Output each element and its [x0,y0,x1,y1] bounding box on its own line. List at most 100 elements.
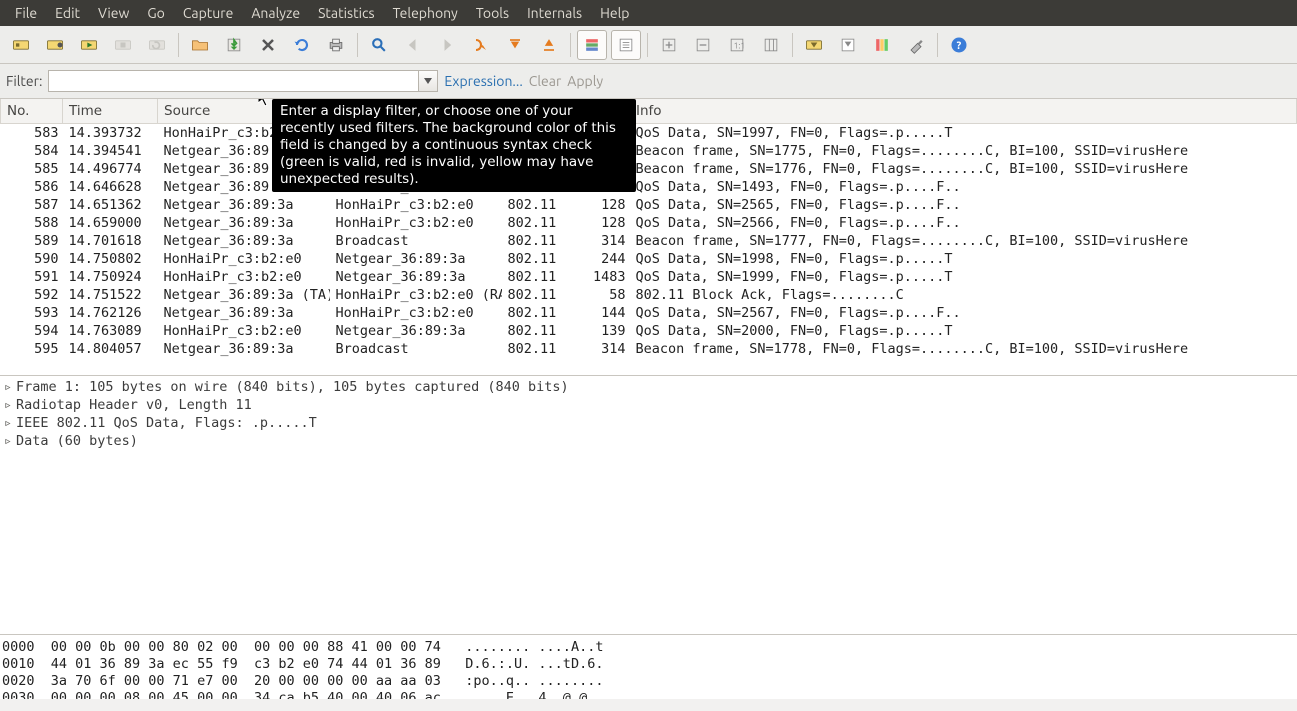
cell-info: QoS Data, SN=1999, FN=0, Flags=.p.....T [630,268,1297,286]
print-button[interactable] [321,30,351,60]
detail-row[interactable]: ▹Frame 1: 105 bytes on wire (840 bits), … [0,378,1297,396]
cell-no: 593 [1,304,63,322]
cell-time: 14.651362 [63,196,158,214]
filter-expression-button[interactable]: Expression... [444,73,522,89]
packet-row[interactable]: 58314.393732HonHaiPr_c3:b2:e0Netgear_36:… [1,124,1297,143]
open-file-button[interactable] [185,30,215,60]
packet-list-pane: No. Time Source Destination Protocol Len… [0,99,1297,376]
packet-row[interactable]: 59514.804057Netgear_36:89:3aBroadcast802… [1,340,1297,358]
expand-icon[interactable]: ▹ [2,433,14,449]
cell-time: 14.393732 [63,124,158,143]
reload-button[interactable] [287,30,317,60]
go-forward-button[interactable] [432,30,462,60]
packet-row[interactable]: 58914.701618Netgear_36:89:3aBroadcast802… [1,232,1297,250]
cell-info: Beacon frame, SN=1777, FN=0, Flags=.....… [630,232,1297,250]
cell-no: 589 [1,232,63,250]
menu-go[interactable]: Go [138,0,173,26]
packet-details-pane[interactable]: ▹Frame 1: 105 bytes on wire (840 bits), … [0,376,1297,635]
cell-protocol: 802.11 [502,232,572,250]
detail-row[interactable]: ▹Data (60 bytes) [0,432,1297,450]
display-filters-button[interactable] [833,30,863,60]
cell-time: 14.750924 [63,268,158,286]
cell-no: 586 [1,178,63,196]
colorize-button[interactable] [577,30,607,60]
resize-columns-button[interactable] [756,30,786,60]
col-header-no[interactable]: No. [1,99,63,124]
svg-text:1:1: 1:1 [734,40,745,50]
expand-icon[interactable]: ▹ [2,397,14,413]
packet-bytes-pane[interactable]: 0000 00 00 0b 00 00 80 02 00 00 00 00 88… [0,635,1297,699]
cell-destination: Broadcast [330,232,502,250]
packet-table-header[interactable]: No. Time Source Destination Protocol Len… [1,99,1297,124]
expand-icon[interactable]: ▹ [2,379,14,395]
go-last-button[interactable] [534,30,564,60]
cell-length: 314 [572,340,630,358]
packet-row[interactable]: 58514.496774Netgear_36:89:3aBroadcast802… [1,160,1297,178]
packet-row[interactable]: 58714.651362Netgear_36:89:3aHonHaiPr_c3:… [1,196,1297,214]
filter-tooltip: Enter a display filter, or choose one of… [272,99,636,192]
col-header-info[interactable]: Info [630,99,1297,124]
preferences-button[interactable] [901,30,931,60]
zoom-out-button[interactable] [688,30,718,60]
menu-tools[interactable]: Tools [467,0,518,26]
zoom-reset-button[interactable]: 1:1 [722,30,752,60]
filter-dropdown-button[interactable] [418,70,438,92]
packet-row[interactable]: 59414.763089HonHaiPr_c3:b2:e0Netgear_36:… [1,322,1297,340]
cell-protocol: 802.11 [502,268,572,286]
cell-info: 802.11 Block Ack, Flags=........C [630,286,1297,304]
toolbar-separator [570,33,571,57]
cell-length: 144 [572,304,630,322]
packet-row[interactable]: 59114.750924HonHaiPr_c3:b2:e0Netgear_36:… [1,268,1297,286]
cell-source: Netgear_36:89:3a (TA) [158,286,330,304]
toolbar-separator [937,33,938,57]
menu-file[interactable]: File [6,0,46,26]
find-packet-button[interactable] [364,30,394,60]
interfaces-button[interactable] [6,30,36,60]
toolbar-separator [647,33,648,57]
zoom-in-button[interactable] [654,30,684,60]
coloring-rules-button[interactable] [867,30,897,60]
go-to-packet-button[interactable] [466,30,496,60]
packet-row[interactable]: 58814.659000Netgear_36:89:3aHonHaiPr_c3:… [1,214,1297,232]
close-file-button[interactable] [253,30,283,60]
cell-no: 591 [1,268,63,286]
packet-row[interactable]: 58414.394541Netgear_36:89:3aBroadcast802… [1,142,1297,160]
menu-help[interactable]: Help [591,0,638,26]
cell-info: QoS Data, SN=1493, FN=0, Flags=.p....F.. [630,178,1297,196]
detail-row[interactable]: ▹Radiotap Header v0, Length 11 [0,396,1297,414]
menu-statistics[interactable]: Statistics [309,0,383,26]
cell-info: QoS Data, SN=2566, FN=0, Flags=.p....F.. [630,214,1297,232]
capture-filters-button[interactable] [799,30,829,60]
cell-length: 58 [572,286,630,304]
cell-no: 587 [1,196,63,214]
start-capture-button[interactable] [74,30,104,60]
filter-apply-button[interactable]: Apply [567,73,603,89]
detail-row[interactable]: ▹IEEE 802.11 QoS Data, Flags: .p.....T [0,414,1297,432]
packet-row[interactable]: 59314.762126Netgear_36:89:3aHonHaiPr_c3:… [1,304,1297,322]
menu-view[interactable]: View [89,0,138,26]
menu-edit[interactable]: Edit [46,0,89,26]
filter-input[interactable] [48,70,418,92]
cell-destination: Netgear_36:89:3a [330,250,502,268]
menu-telephony[interactable]: Telephony [384,0,467,26]
auto-scroll-button[interactable] [611,30,641,60]
menu-capture[interactable]: Capture [174,0,243,26]
filter-clear-button[interactable]: Clear [529,73,561,89]
packet-row[interactable]: 58614.646628Netgear_36:89:3aHonHaiPr_c3:… [1,178,1297,196]
menu-internals[interactable]: Internals [518,0,591,26]
save-file-button[interactable] [219,30,249,60]
cell-no: 584 [1,142,63,160]
packet-table[interactable]: No. Time Source Destination Protocol Len… [0,99,1297,358]
stop-capture-button[interactable] [108,30,138,60]
go-back-button[interactable] [398,30,428,60]
expand-icon[interactable]: ▹ [2,415,14,431]
restart-capture-button[interactable] [142,30,172,60]
help-button[interactable]: ? [944,30,974,60]
go-first-button[interactable] [500,30,530,60]
packet-row[interactable]: 59214.751522Netgear_36:89:3a (TA)HonHaiP… [1,286,1297,304]
packet-row[interactable]: 59014.750802HonHaiPr_c3:b2:e0Netgear_36:… [1,250,1297,268]
capture-options-button[interactable] [40,30,70,60]
menubar: File Edit View Go Capture Analyze Statis… [0,0,1297,26]
col-header-time[interactable]: Time [63,99,158,124]
menu-analyze[interactable]: Analyze [242,0,309,26]
